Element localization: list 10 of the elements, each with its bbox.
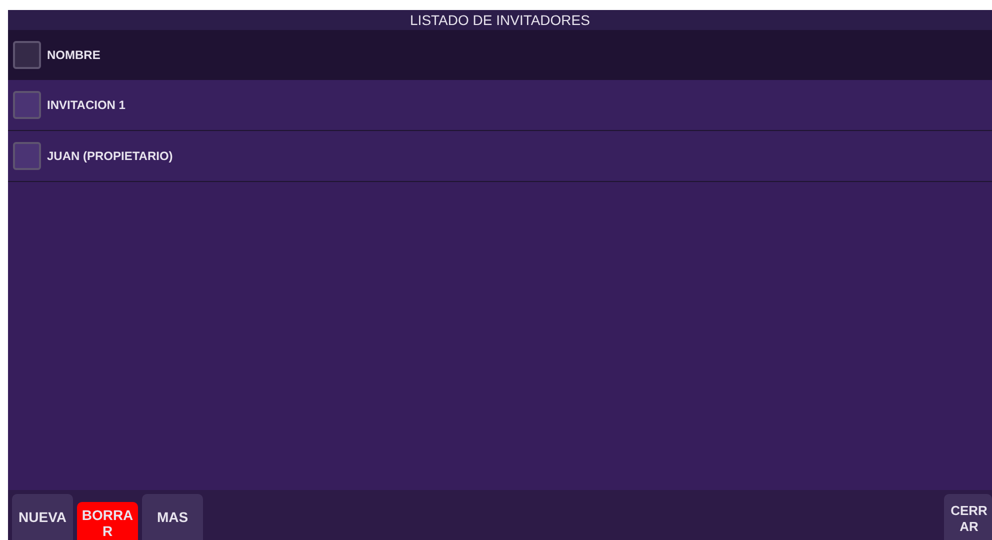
column-header: NOMBRE xyxy=(47,48,100,62)
checkbox[interactable] xyxy=(13,41,41,69)
list-title: LISTADO DE INVITADORES xyxy=(410,12,590,28)
checkbox[interactable] xyxy=(13,91,41,119)
checkbox[interactable] xyxy=(13,142,41,170)
row-label: JUAN (PROPIETARIO) xyxy=(47,149,173,163)
toolbar-button[interactable]: MAS xyxy=(142,494,203,540)
toolbar-button[interactable]: NUEVA xyxy=(12,494,73,540)
row-label: INVITACION 1 xyxy=(47,98,126,112)
close-button[interactable]: CERRAR xyxy=(944,494,992,540)
